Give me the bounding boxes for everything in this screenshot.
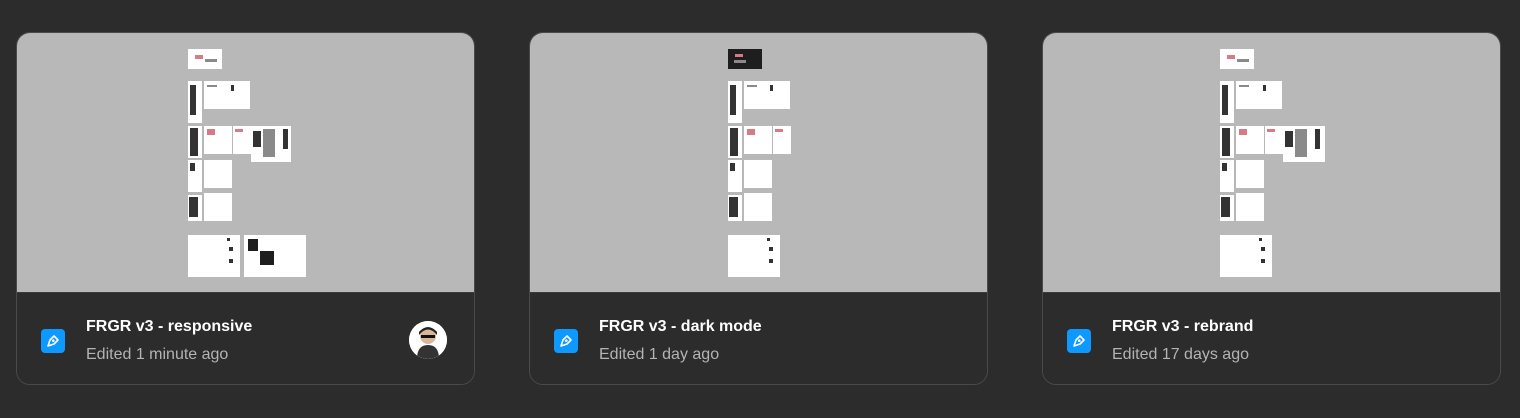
file-edited-time: Edited 1 day ago	[599, 346, 720, 363]
file-title: FRGR v3 - responsive	[86, 318, 253, 335]
figma-file-icon	[1067, 329, 1091, 353]
file-card[interactable]: FRGR v3 - responsive Edited 1 minute ago	[16, 32, 475, 385]
file-title: FRGR v3 - dark mode	[599, 318, 762, 335]
file-card[interactable]: FRGR v3 - rebrand Edited 17 days ago	[1042, 32, 1501, 385]
file-edited-time: Edited 1 minute ago	[86, 346, 229, 363]
file-thumbnail[interactable]	[530, 33, 987, 292]
file-edited-time: Edited 17 days ago	[1112, 346, 1249, 363]
user-avatar	[409, 321, 447, 359]
file-thumbnail[interactable]	[1043, 33, 1500, 292]
file-grid: FRGR v3 - responsive Edited 1 minute ago	[0, 0, 1520, 418]
file-card-footer: FRGR v3 - responsive Edited 1 minute ago	[17, 292, 474, 384]
file-title: FRGR v3 - rebrand	[1112, 318, 1254, 335]
file-thumbnail[interactable]	[17, 33, 474, 292]
file-card-footer: FRGR v3 - dark mode Edited 1 day ago	[530, 292, 987, 384]
figma-file-icon	[554, 329, 578, 353]
file-card-footer: FRGR v3 - rebrand Edited 17 days ago	[1043, 292, 1500, 384]
figma-file-icon	[41, 329, 65, 353]
file-card[interactable]: FRGR v3 - dark mode Edited 1 day ago	[529, 32, 988, 385]
